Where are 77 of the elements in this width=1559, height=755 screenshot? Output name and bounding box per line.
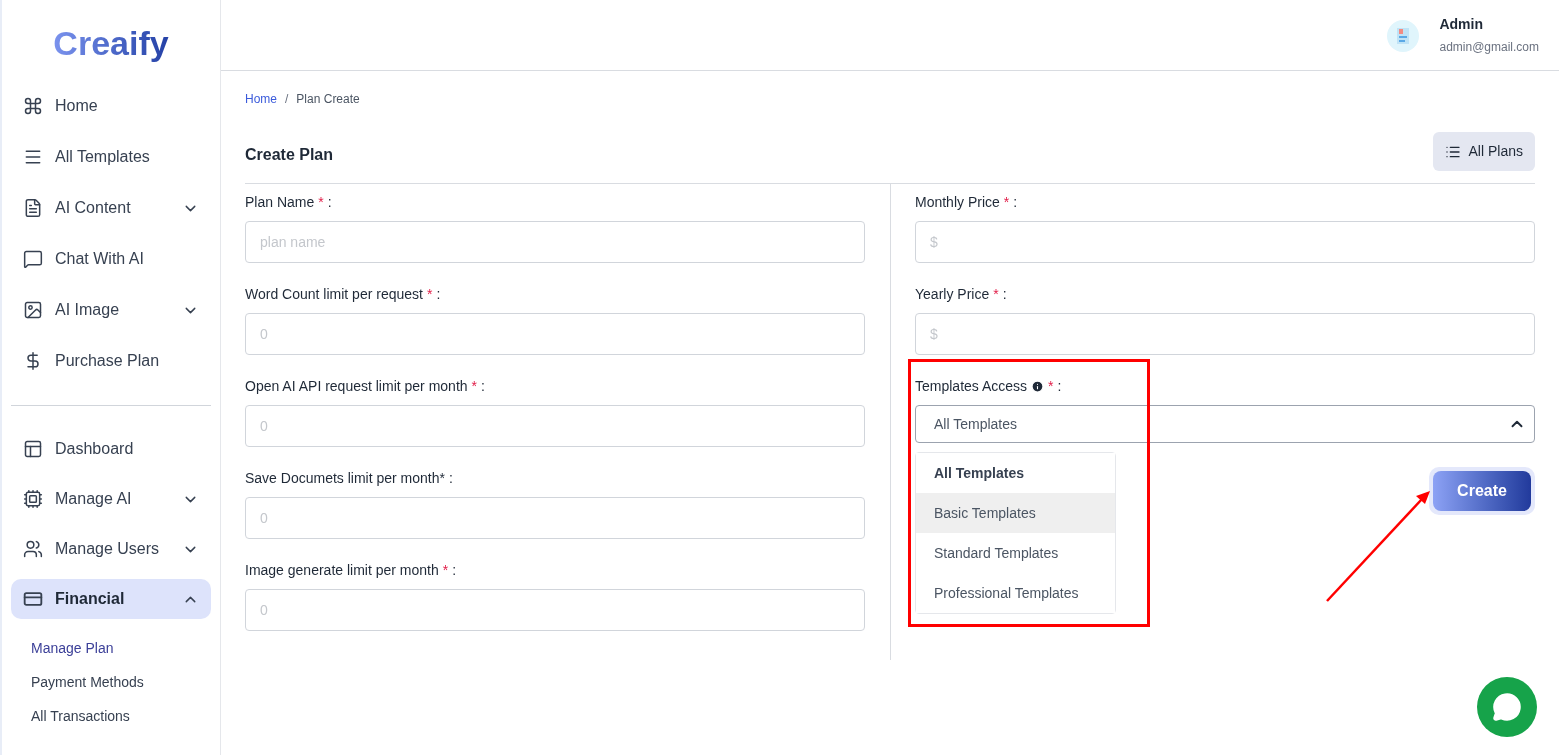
field-label: Monthly Price	[915, 192, 1000, 212]
sidebar-item[interactable]: Manage Users	[11, 529, 211, 569]
field-label: Templates Access	[915, 376, 1028, 396]
submenu-link[interactable]: All Transactions	[31, 706, 130, 726]
document-icon	[23, 198, 43, 218]
sidebar-item-label: Manage Users	[55, 539, 161, 559]
templates-select[interactable]: All Templates	[915, 405, 1535, 443]
user-name: Admin	[1439, 15, 1484, 34]
text-field[interactable]: 0	[245, 313, 865, 355]
chat-button[interactable]	[1477, 677, 1537, 737]
sidebar-item[interactable]: Chat With AI	[11, 239, 211, 279]
field-label: Open AI API request limit per month	[245, 376, 468, 396]
text-field[interactable]: 0	[245, 497, 865, 539]
field-label-colon: :	[481, 376, 485, 396]
menu-icon	[23, 147, 43, 167]
field-label-colon: :	[436, 284, 441, 304]
required-mark: *	[471, 376, 477, 396]
layout-icon	[23, 439, 43, 459]
submenu-link[interactable]: Manage Plan	[31, 638, 114, 658]
chat-icon	[23, 249, 43, 269]
sidebar-item-label: Manage AI	[55, 489, 133, 509]
sidebar-item-label: AI Image	[55, 300, 121, 320]
required-mark: *	[1003, 192, 1010, 212]
text-field[interactable]: $	[915, 313, 1535, 355]
sidebar-item[interactable]: AI Content	[11, 188, 211, 228]
image-icon	[23, 300, 43, 320]
sidebar-item-label: Chat With AI	[55, 249, 145, 269]
sidebar-item[interactable]: Purchase Plan	[11, 341, 211, 381]
avatar[interactable]	[1387, 20, 1420, 52]
text-field[interactable]: $	[915, 221, 1535, 263]
required-mark: *	[442, 560, 449, 580]
sidebar-item[interactable]: AI Image	[11, 290, 211, 330]
field-label-colon: :	[1057, 376, 1062, 396]
field-label: Save Documets limit per month*	[245, 468, 445, 488]
card-title: Create Plan	[245, 145, 334, 165]
sidebar-item-label: All Templates	[55, 147, 151, 167]
required-mark: *	[1048, 376, 1054, 396]
user-email: admin@gmail.com	[1439, 39, 1539, 56]
sidebar-item-label: Financial	[55, 589, 126, 609]
required-mark: *	[426, 284, 433, 304]
breadcrumb-text: Plan Create	[296, 91, 360, 108]
field-label: Plan Name	[245, 192, 315, 212]
info-icon	[1031, 379, 1045, 393]
sidebar-item[interactable]: Financial	[11, 579, 211, 619]
text-field[interactable]: 0	[245, 589, 865, 631]
sidebar-item[interactable]: Home	[11, 86, 211, 126]
field-label: Yearly Price	[915, 284, 990, 304]
sidebar-item-label: Dashboard	[55, 439, 135, 459]
field-label-colon: :	[327, 192, 332, 212]
sidebar-item-label: AI Content	[55, 198, 132, 218]
credit-card-icon	[23, 589, 43, 609]
all-plans-button[interactable]: All Plans	[1432, 132, 1535, 171]
sidebar-item[interactable]: All Templates	[11, 137, 211, 177]
chip-icon	[23, 489, 43, 509]
sidebar-item[interactable]: Manage AI	[11, 479, 211, 519]
required-mark: *	[993, 284, 999, 304]
document-icon	[1395, 27, 1412, 45]
text-field[interactable]: 0	[245, 405, 865, 447]
field-label: Word Count limit per request	[245, 284, 423, 304]
sidebar-item[interactable]: Dashboard	[11, 429, 211, 469]
submenu-link[interactable]: Payment Methods	[31, 672, 144, 692]
command-icon	[23, 96, 43, 116]
field-label-colon: :	[1002, 284, 1007, 304]
breadcrumb-separator: /	[285, 91, 289, 108]
text-field[interactable]: plan name	[245, 221, 865, 263]
field-label: Image generate limit per month	[245, 560, 439, 580]
field-label-colon: :	[448, 468, 453, 488]
breadcrumb-link[interactable]: Home	[245, 90, 277, 108]
dropdown-option[interactable]: Basic Templates	[916, 493, 1115, 533]
field-label-colon: :	[1013, 192, 1018, 212]
sidebar-item-label: Purchase Plan	[55, 351, 161, 371]
required-mark: *	[318, 192, 324, 212]
create-button[interactable]: Create	[1433, 471, 1531, 511]
chat-bubble-icon	[1492, 692, 1522, 722]
field-label-colon: :	[452, 560, 457, 580]
sidebar-item-label: Home	[55, 96, 99, 116]
users-icon	[23, 539, 43, 559]
